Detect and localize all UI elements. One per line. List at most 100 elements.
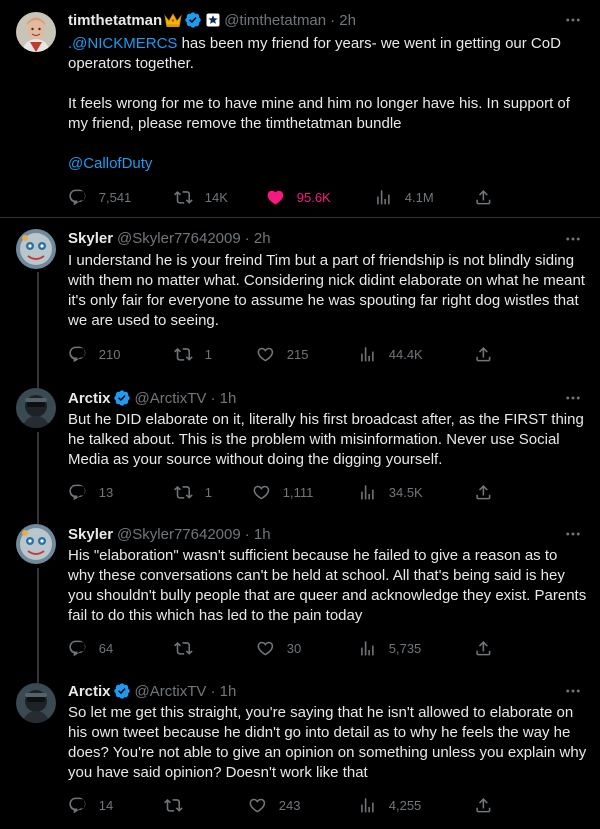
views-button[interactable]: 4,255 [358, 795, 421, 815]
tweet-header: Arctix @ArctixTV · 1h [68, 681, 236, 701]
verified-badge-icon[interactable] [113, 682, 131, 700]
more-horizontal-icon[interactable] [564, 229, 582, 249]
retweet-icon [174, 483, 193, 502]
handle[interactable]: @Skyler77642009 [117, 230, 241, 247]
reply-button[interactable]: 64 [68, 638, 113, 658]
avatar[interactable] [16, 524, 56, 564]
display-name[interactable]: Skyler [68, 230, 113, 247]
thread-line [37, 675, 39, 683]
tweet-text: So let me get this straight, you're sayi… [68, 704, 587, 781]
like-button[interactable]: 30 [256, 638, 301, 658]
heart-icon [266, 188, 285, 207]
tweet-header: timthetatman @timthetatman · 2h [68, 10, 356, 30]
views-button[interactable]: 4.1M [374, 187, 434, 207]
display-name[interactable]: Arctix [68, 390, 111, 407]
heart-icon [248, 796, 267, 815]
retweet-button[interactable]: 14K [174, 187, 228, 207]
tweet[interactable]: Skyler @Skyler77642009 · 2h I understand… [0, 217, 600, 380]
share-icon [474, 345, 493, 364]
display-name[interactable]: timthetatman [68, 12, 162, 29]
handle[interactable]: @ArctixTV [135, 390, 207, 407]
retweet-button[interactable]: 1 [174, 344, 212, 364]
like-button[interactable]: 1,111 [252, 482, 313, 502]
action-bar: 7,541 14K 95.6K 4.1M [68, 187, 488, 207]
avatar[interactable] [16, 229, 56, 269]
retweet-button[interactable]: 1 [174, 482, 212, 502]
share-icon [474, 483, 493, 502]
handle[interactable]: @timthetatman [224, 12, 326, 29]
heart-icon [252, 483, 271, 502]
views-button[interactable]: 44.4K [358, 344, 423, 364]
display-name[interactable]: Skyler [68, 526, 113, 543]
views-button[interactable]: 34.5K [358, 482, 423, 502]
reply-button[interactable]: 14 [68, 795, 113, 815]
retweet-icon [174, 345, 193, 364]
tweet-header: Skyler @Skyler77642009 · 2h [68, 228, 271, 248]
views-bar-chart-icon [358, 796, 377, 815]
tweet-text: But he DID elaborate on it, literally hi… [68, 411, 584, 468]
like-button[interactable]: 215 [256, 344, 308, 364]
share-icon [474, 639, 493, 658]
views-bar-chart-icon [374, 188, 393, 207]
tweet-header: Skyler @Skyler77642009 · 1h [68, 524, 271, 544]
reply-icon [68, 639, 87, 658]
share-icon [474, 796, 493, 815]
views-bar-chart-icon [358, 345, 377, 364]
share-icon [474, 188, 493, 207]
views-button[interactable]: 5,735 [358, 638, 421, 658]
retweet-icon [174, 188, 193, 207]
heart-icon [256, 345, 275, 364]
star-icon [206, 13, 220, 27]
tweet[interactable]: Arctix @ArctixTV · 1h So let me get this… [0, 675, 600, 829]
timestamp[interactable]: · 1h [245, 526, 271, 543]
reply-button[interactable]: 13 [68, 482, 113, 502]
retweet-button[interactable] [174, 638, 205, 658]
retweet-button[interactable] [164, 795, 195, 815]
share-button[interactable] [474, 482, 493, 502]
display-name[interactable]: Arctix [68, 683, 111, 700]
mention-link[interactable]: @CallofDuty [68, 155, 152, 172]
reply-button[interactable]: 7,541 [68, 187, 131, 207]
tweet-text: His "elaboration" wasn't sufficient beca… [68, 547, 587, 624]
retweet-icon [174, 639, 193, 658]
reply-icon [68, 796, 87, 815]
share-button[interactable] [474, 187, 493, 207]
tweet-header: Arctix @ArctixTV · 1h [68, 388, 236, 408]
avatar[interactable] [16, 12, 56, 52]
tweet[interactable]: Skyler @Skyler77642009 · 1h His "elabora… [0, 516, 600, 675]
mention-link[interactable]: .@NICKMERCS [68, 35, 177, 52]
timestamp[interactable]: · 2h [330, 12, 356, 29]
thread-line [37, 432, 39, 516]
like-button[interactable]: 243 [248, 795, 300, 815]
action-bar: 13 1 1,111 34.5K [68, 482, 488, 502]
avatar[interactable] [16, 683, 56, 723]
verified-badge-icon[interactable] [113, 389, 131, 407]
share-button[interactable] [474, 638, 493, 658]
reply-button[interactable]: 210 [68, 344, 120, 364]
thread-line [37, 380, 39, 388]
share-button[interactable] [474, 795, 493, 815]
tweet[interactable]: timthetatman @timthetatman · 2h .@NICKME… [0, 0, 600, 217]
views-bar-chart-icon [358, 483, 377, 502]
action-bar: 210 1 215 44.4K [68, 344, 488, 364]
verified-badge-icon[interactable] [184, 11, 202, 29]
more-horizontal-icon[interactable] [564, 388, 582, 408]
tweet-text: I understand he is your freind Tim but a… [68, 252, 585, 329]
share-button[interactable] [474, 344, 493, 364]
handle[interactable]: @Skyler77642009 [117, 526, 241, 543]
more-horizontal-icon[interactable] [564, 524, 582, 544]
tweet[interactable]: Arctix @ArctixTV · 1h But he DID elabora… [0, 380, 600, 516]
timestamp[interactable]: · 1h [210, 683, 236, 700]
more-horizontal-icon[interactable] [564, 681, 582, 701]
timestamp[interactable]: · 2h [245, 230, 271, 247]
action-bar: 64 30 5,735 [68, 638, 488, 658]
action-bar: 14 243 4,255 [68, 795, 488, 815]
handle[interactable]: @ArctixTV [135, 683, 207, 700]
retweet-icon [164, 796, 183, 815]
avatar[interactable] [16, 388, 56, 428]
thread-line [37, 516, 39, 524]
thread-line [37, 272, 39, 380]
timestamp[interactable]: · 1h [210, 390, 236, 407]
like-button[interactable]: 95.6K [266, 187, 331, 207]
more-horizontal-icon[interactable] [564, 10, 582, 30]
